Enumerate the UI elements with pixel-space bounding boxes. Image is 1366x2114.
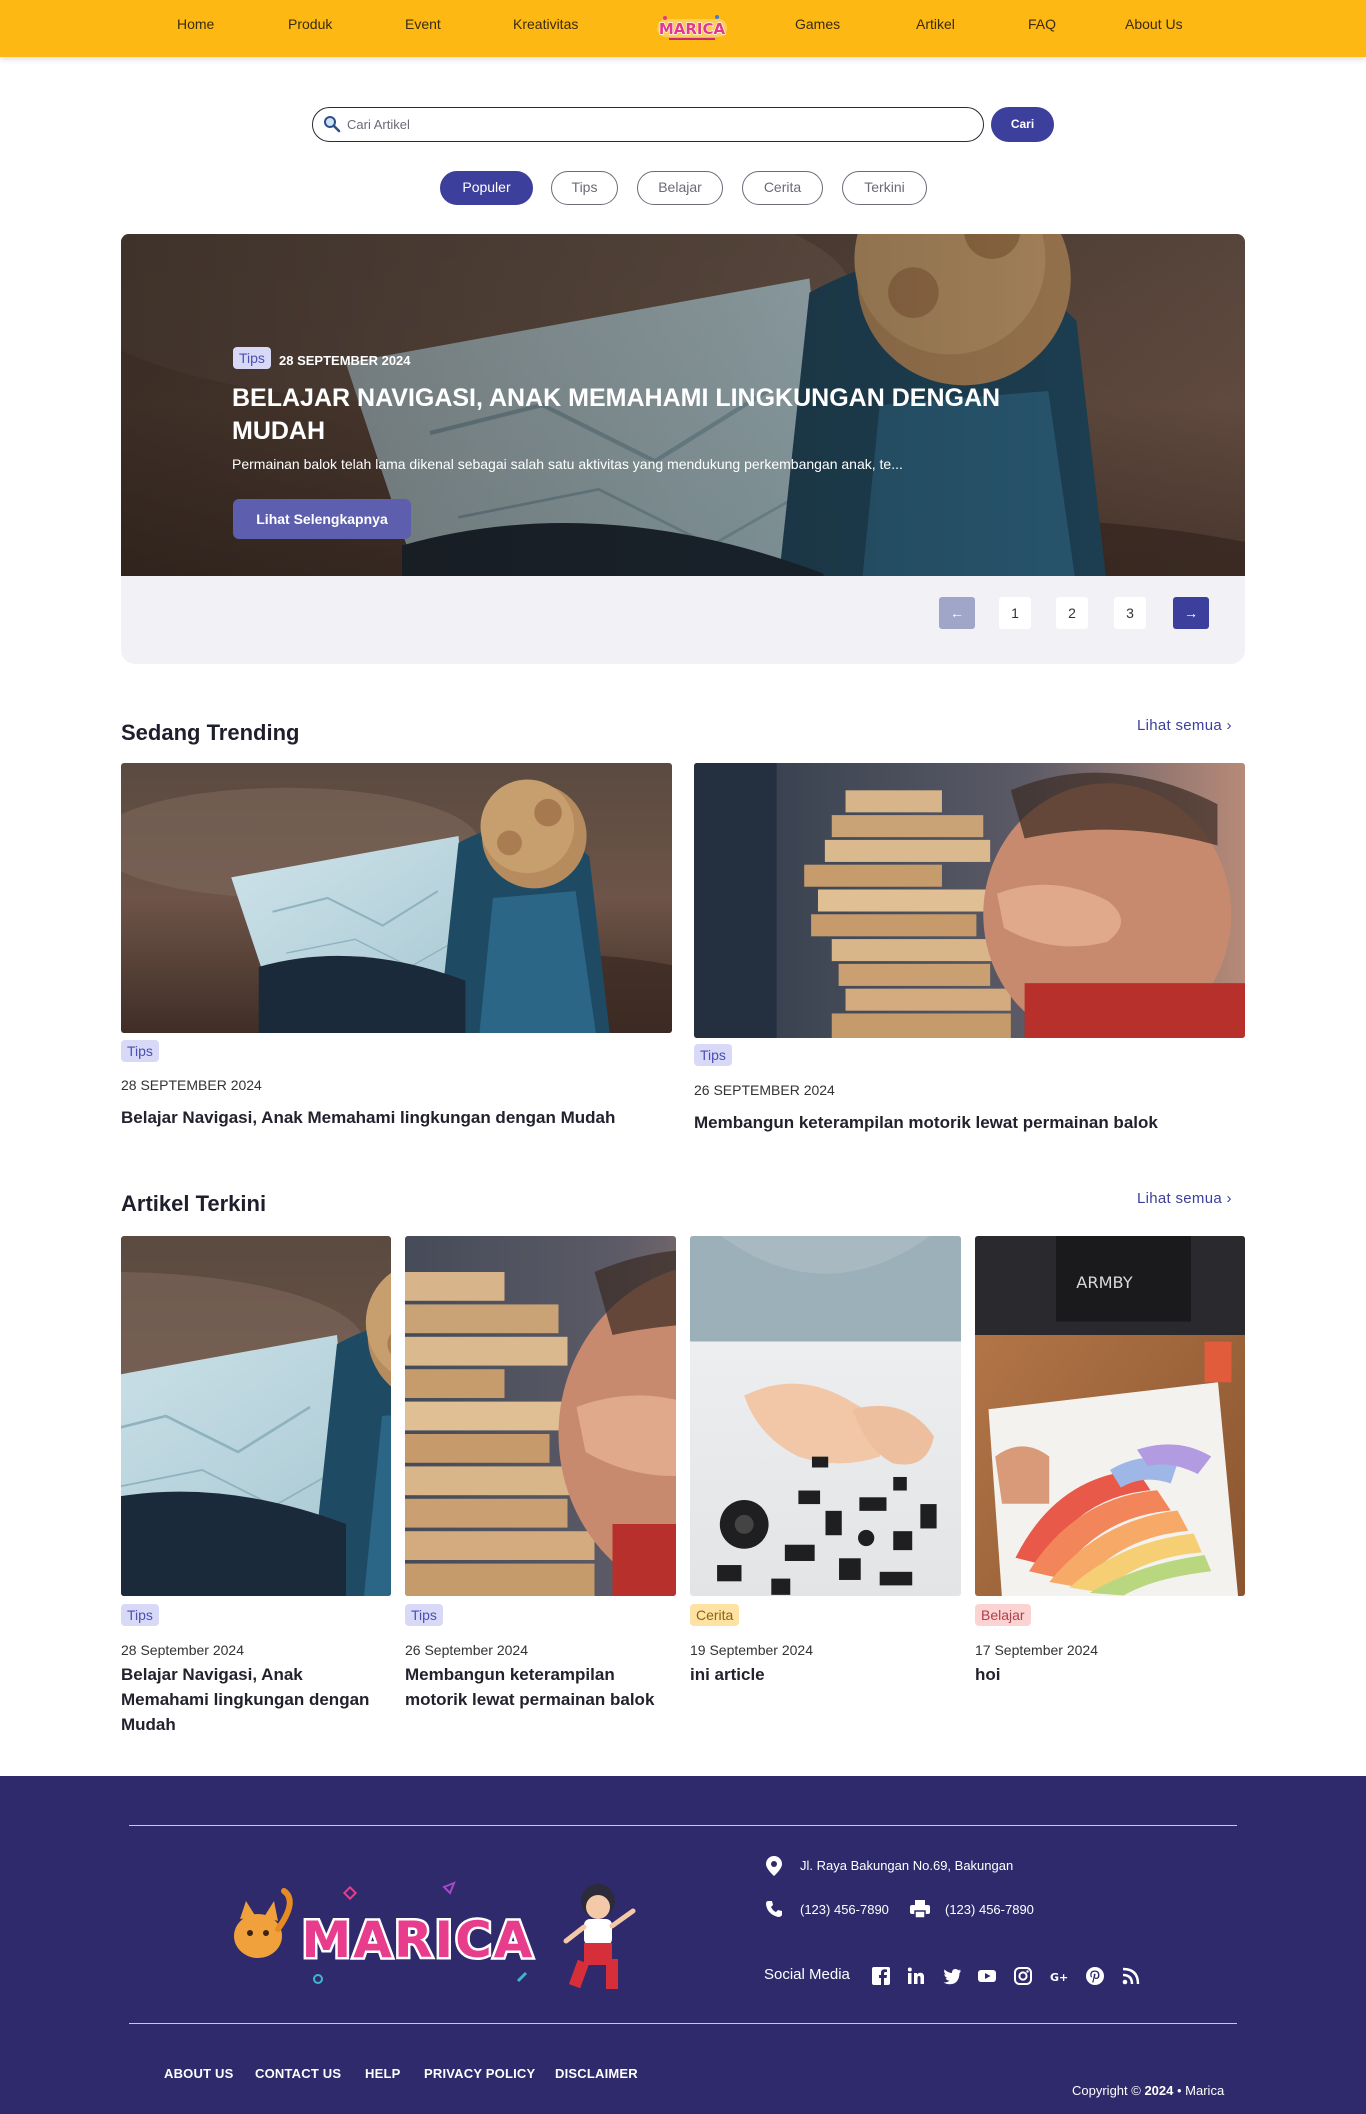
search-input[interactable] bbox=[347, 113, 967, 135]
footer-fax: (123) 456-7890 bbox=[945, 1902, 1034, 1917]
footer-social-label: Social Media bbox=[764, 1966, 850, 1983]
latest-card-tag: Tips bbox=[121, 1604, 159, 1626]
latest-card-image bbox=[405, 1236, 676, 1596]
filter-belajar[interactable]: Belajar bbox=[637, 171, 723, 205]
pagination-page-3[interactable]: 3 bbox=[1114, 597, 1146, 629]
pagination-page-1[interactable]: 1 bbox=[999, 597, 1031, 629]
trending-card-tag: Tips bbox=[694, 1044, 732, 1066]
nav-produk[interactable]: Produk bbox=[288, 16, 332, 32]
footer-address: Jl. Raya Bakungan No.69, Bakungan bbox=[800, 1858, 1014, 1873]
latest-card-image bbox=[975, 1236, 1245, 1596]
footer-divider-bottom bbox=[129, 2023, 1237, 2024]
marica-logo-text: MARICA bbox=[659, 20, 726, 38]
pinterest-icon[interactable] bbox=[1085, 1966, 1105, 1986]
facebook-icon[interactable] bbox=[871, 1966, 891, 1986]
copyright-prefix: Copyright © bbox=[1072, 2083, 1141, 2098]
latest-card[interactable]: Tips 26 September 2024 Membangun keteram… bbox=[405, 1236, 676, 1736]
hero-tag: Tips bbox=[233, 347, 271, 369]
nav-kreativitas[interactable]: Kreativitas bbox=[513, 16, 578, 32]
latest-card-title: Membangun keterampilan motorik lewat per… bbox=[405, 1665, 655, 1709]
fax-icon bbox=[910, 1900, 930, 1918]
copyright-suffix: • Marica bbox=[1177, 2083, 1225, 2098]
footer-copyright: Copyright © 2024 • Marica bbox=[1072, 2083, 1224, 2098]
footer-logo-text: MARICA bbox=[302, 1911, 535, 1969]
hero-read-more-button[interactable]: Lihat Selengkapnya bbox=[233, 499, 411, 539]
trending-card-image bbox=[694, 763, 1245, 1038]
footer-divider-top bbox=[129, 1825, 1237, 1826]
google-plus-icon[interactable]: G+ bbox=[1049, 1966, 1069, 1986]
linkedin-icon[interactable] bbox=[906, 1966, 926, 1986]
trending-section-title: Sedang Trending bbox=[121, 720, 300, 745]
latest-card-image bbox=[690, 1236, 961, 1596]
nav-event[interactable]: Event bbox=[405, 16, 441, 32]
footer-link-help[interactable]: HELP bbox=[365, 2066, 400, 2081]
latest-card-date: 19 September 2024 bbox=[690, 1642, 813, 1658]
latest-card-tag: Cerita bbox=[690, 1604, 740, 1626]
hero-carousel: Tips 28 SEPTEMBER 2024 BELAJAR NAVIGASI,… bbox=[121, 234, 1245, 664]
phone-icon bbox=[766, 1901, 782, 1917]
hero-date: 28 SEPTEMBER 2024 bbox=[279, 353, 411, 368]
latest-card[interactable]: Cerita 19 September 2024 ini article bbox=[690, 1236, 961, 1736]
footer-link-contact-us[interactable]: CONTACT US bbox=[255, 2066, 341, 2081]
trending-card-tag: Tips bbox=[121, 1040, 159, 1062]
youtube-icon[interactable] bbox=[977, 1966, 997, 1986]
nav-faq[interactable]: FAQ bbox=[1028, 16, 1056, 32]
pagination-next-button[interactable]: → bbox=[1173, 597, 1209, 629]
trending-card[interactable]: Tips 28 SEPTEMBER 2024 Belajar Navigasi,… bbox=[121, 763, 672, 1133]
trending-card-title: Membangun keterampilan motorik lewat per… bbox=[694, 1113, 1158, 1132]
trending-card[interactable]: Tips 26 SEPTEMBER 2024 Membangun keteram… bbox=[694, 763, 1245, 1138]
nav-home[interactable]: Home bbox=[177, 16, 214, 32]
marica-logo[interactable]: MARICA bbox=[655, 12, 729, 44]
hero-title: BELAJAR NAVIGASI, ANAK MEMAHAMI LINGKUNG… bbox=[232, 384, 1001, 445]
top-navbar: Home Produk Event Kreativitas MARICA Gam… bbox=[0, 0, 1366, 57]
latest-card-tag: Tips bbox=[405, 1604, 443, 1626]
site-footer: MARICA Jl. Raya Bakungan No.69, Bakungan… bbox=[0, 1776, 1366, 2114]
latest-card-image bbox=[121, 1236, 391, 1596]
latest-card-date: 17 September 2024 bbox=[975, 1642, 1098, 1658]
trending-card-image bbox=[121, 763, 672, 1033]
trending-card-date: 28 SEPTEMBER 2024 bbox=[121, 1077, 262, 1093]
latest-card-title: hoi bbox=[975, 1665, 1001, 1684]
filter-terkini[interactable]: Terkini bbox=[842, 171, 927, 205]
trending-card-title: Belajar Navigasi, Anak Memahami lingkung… bbox=[121, 1108, 616, 1127]
copyright-year: 2024 bbox=[1144, 2083, 1174, 2098]
filter-populer[interactable]: Populer bbox=[440, 171, 533, 205]
latest-card[interactable]: Tips 28 September 2024 Belajar Navigasi,… bbox=[121, 1236, 391, 1736]
twitter-icon[interactable] bbox=[942, 1966, 962, 1986]
footer-link-disclaimer[interactable]: DISCLAIMER bbox=[555, 2066, 638, 2081]
nav-games[interactable]: Games bbox=[795, 16, 840, 32]
latest-card[interactable]: Belajar 17 September 2024 hoi bbox=[975, 1236, 1245, 1736]
filter-cerita[interactable]: Cerita bbox=[742, 171, 823, 205]
footer-phone: (123) 456-7890 bbox=[800, 1902, 889, 1917]
rss-icon[interactable] bbox=[1121, 1966, 1141, 1986]
filter-tips[interactable]: Tips bbox=[551, 171, 618, 205]
trending-see-all-link[interactable]: Lihat semua › bbox=[1137, 717, 1232, 734]
latest-card-title: Belajar Navigasi, Anak Memahami lingkung… bbox=[121, 1665, 370, 1734]
trending-card-date: 26 SEPTEMBER 2024 bbox=[694, 1082, 835, 1098]
cat-mascot-icon bbox=[234, 1888, 293, 1958]
latest-card-date: 28 September 2024 bbox=[121, 1642, 244, 1658]
pagination-page-2[interactable]: 2 bbox=[1056, 597, 1088, 629]
latest-card-tag: Belajar bbox=[975, 1604, 1031, 1626]
footer-marica-logo: MARICA bbox=[234, 1881, 636, 1989]
boy-mascot-icon bbox=[563, 1884, 636, 1989]
latest-see-all-link[interactable]: Lihat semua › bbox=[1137, 1190, 1232, 1207]
search-bar bbox=[312, 107, 984, 142]
footer-link-privacy-policy[interactable]: PRIVACY POLICY bbox=[424, 2066, 535, 2081]
search-icon bbox=[324, 116, 341, 133]
pagination-prev-button[interactable]: ← bbox=[939, 597, 975, 629]
location-pin-icon bbox=[766, 1856, 782, 1876]
search-button[interactable]: Cari bbox=[991, 107, 1054, 142]
hero-slide[interactable]: Tips 28 SEPTEMBER 2024 BELAJAR NAVIGASI,… bbox=[121, 234, 1245, 576]
nav-about-us[interactable]: About Us bbox=[1125, 16, 1183, 32]
latest-section-title: Artikel Terkini bbox=[121, 1191, 267, 1216]
hero-description: Permainan balok telah lama dikenal sebag… bbox=[232, 456, 903, 472]
footer-link-about-us[interactable]: ABOUT US bbox=[164, 2066, 234, 2081]
instagram-icon[interactable] bbox=[1013, 1966, 1033, 1986]
latest-card-title: ini article bbox=[690, 1665, 765, 1684]
latest-card-date: 26 September 2024 bbox=[405, 1642, 528, 1658]
svg-text:G+: G+ bbox=[1050, 1971, 1068, 1984]
nav-artikel[interactable]: Artikel bbox=[916, 16, 955, 32]
